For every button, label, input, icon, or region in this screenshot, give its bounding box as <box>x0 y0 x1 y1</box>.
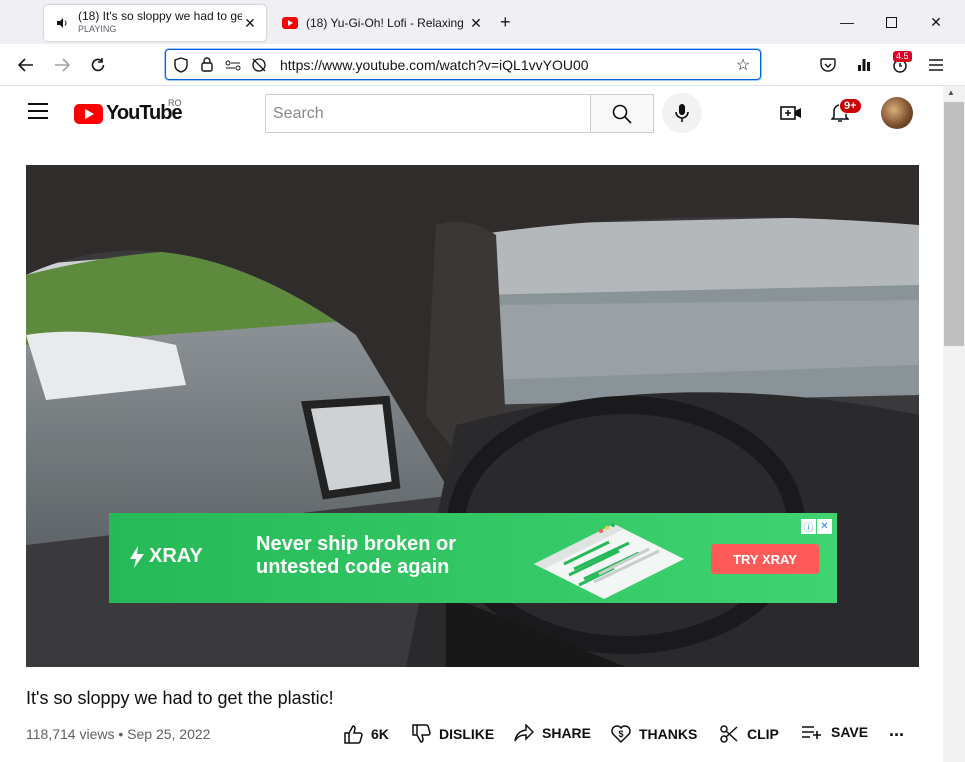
create-video-icon[interactable] <box>779 101 803 125</box>
notification-count-badge: 9+ <box>839 98 862 114</box>
overlay-ad-banner[interactable]: XRAY Never ship broken or untested code … <box>109 513 837 603</box>
search-button[interactable] <box>590 94 654 133</box>
microphone-icon <box>675 104 689 122</box>
lock-icon[interactable] <box>196 54 218 76</box>
more-actions-button[interactable]: ... <box>889 720 904 741</box>
thanks-label: THANKS <box>639 726 698 742</box>
browser-nav-bar: https://www.youtube.com/watch?v=iQL1vvYO… <box>0 44 965 86</box>
menu-hamburger-icon[interactable] <box>926 55 946 75</box>
ad-headline: Never ship broken or untested code again <box>256 533 457 578</box>
dislike-button[interactable]: DISLIKE <box>411 724 494 744</box>
search-placeholder: Search <box>273 104 324 122</box>
tab-title: (18) Yu-Gi-Oh! Lofi - Relaxing Beats <box>306 16 468 30</box>
ad-controls: ⓘ ✕ <box>801 519 832 534</box>
autoplay-blocked-icon[interactable] <box>248 54 270 76</box>
tab-playing-label: PLAYING <box>78 24 117 34</box>
video-meta: 118,714 views • Sep 25, 2022 <box>26 726 210 742</box>
try-xray-button[interactable]: TRY XRAY <box>711 544 819 574</box>
address-bar[interactable]: https://www.youtube.com/watch?v=iQL1vvYO… <box>165 49 761 80</box>
forward-arrow-icon[interactable] <box>51 54 73 76</box>
share-label: SHARE <box>542 725 592 741</box>
share-arrow-icon <box>514 724 534 742</box>
guide-menu-icon[interactable] <box>28 103 48 119</box>
like-count: 6K <box>371 726 389 742</box>
tracking-shield-icon[interactable] <box>170 54 192 76</box>
speaker-icon[interactable] <box>54 15 70 31</box>
xray-logo: XRAY <box>129 545 203 568</box>
permissions-icon[interactable] <box>222 54 244 76</box>
code-window-illustration <box>534 523 684 599</box>
save-label: SAVE <box>831 724 869 740</box>
scroll-up-arrow-icon[interactable]: ▲ <box>947 88 955 97</box>
save-button[interactable]: SAVE <box>801 724 868 740</box>
super-thanks-heart-icon: $ <box>611 725 631 744</box>
tab-title: (18) It's so sloppy we had to get the pl… <box>78 10 242 34</box>
youtube-play-icon <box>74 103 103 124</box>
close-tab-icon[interactable]: ✕ <box>242 15 258 31</box>
country-code: RO <box>168 98 182 108</box>
search-input[interactable]: Search <box>265 94 591 133</box>
thumbs-down-icon <box>412 724 431 743</box>
view-count: 118,714 views <box>26 726 115 742</box>
tab-current-video[interactable]: (18) It's so sloppy we had to get the pl… <box>44 5 266 41</box>
upload-date: Sep 25, 2022 <box>127 726 211 742</box>
meta-separator: • <box>118 726 124 742</box>
video-title: It's so sloppy we had to get the plastic… <box>26 688 334 708</box>
like-button[interactable]: 6K <box>343 724 389 744</box>
pocket-icon[interactable] <box>818 55 838 75</box>
back-arrow-icon[interactable] <box>15 54 37 76</box>
video-player[interactable]: XRAY Never ship broken or untested code … <box>26 165 919 667</box>
scrollbar-thumb[interactable] <box>944 102 964 346</box>
youtube-favicon-icon <box>282 15 298 31</box>
voice-search-button[interactable] <box>662 93 702 133</box>
youtube-logo[interactable]: YouTube <box>74 102 183 125</box>
close-window-icon[interactable]: ✕ <box>926 12 946 32</box>
thumbs-up-icon <box>344 725 363 744</box>
bookmark-star-icon[interactable]: ☆ <box>732 55 754 75</box>
avatar[interactable] <box>881 97 913 129</box>
reload-icon[interactable] <box>87 54 109 76</box>
dislike-label: DISLIKE <box>439 726 495 742</box>
tab-lofi-video[interactable]: (18) Yu-Gi-Oh! Lofi - Relaxing Beats ✕ <box>272 5 492 41</box>
extension-badge: 4.5 <box>893 51 912 62</box>
ad-brand-name: XRAY <box>149 545 203 567</box>
new-tab-plus-icon[interactable]: + <box>500 12 511 33</box>
svg-text:$: $ <box>618 729 623 739</box>
add-to-playlist-icon <box>802 726 821 739</box>
ad-info-icon[interactable]: ⓘ <box>801 519 816 534</box>
browser-tab-bar: (18) It's so sloppy we had to get the pl… <box>0 0 965 44</box>
search-icon <box>612 104 632 124</box>
share-button[interactable]: SHARE <box>514 724 591 742</box>
youtube-header: YouTube RO Search 9+ <box>0 86 943 142</box>
clip-label: CLIP <box>747 726 779 742</box>
minimize-icon[interactable]: — <box>837 12 857 32</box>
thanks-button[interactable]: $ THANKS <box>611 724 697 744</box>
maximize-icon[interactable] <box>881 12 901 32</box>
ad-close-icon[interactable]: ✕ <box>817 519 832 534</box>
lightning-icon <box>130 545 144 568</box>
scissors-icon <box>720 725 738 743</box>
url-text: https://www.youtube.com/watch?v=iQL1vvYO… <box>280 56 589 73</box>
close-tab-icon[interactable]: ✕ <box>468 15 484 31</box>
clip-button[interactable]: CLIP <box>719 724 779 744</box>
more-dots-icon: ... <box>889 720 905 740</box>
stats-bars-icon[interactable] <box>854 55 874 75</box>
